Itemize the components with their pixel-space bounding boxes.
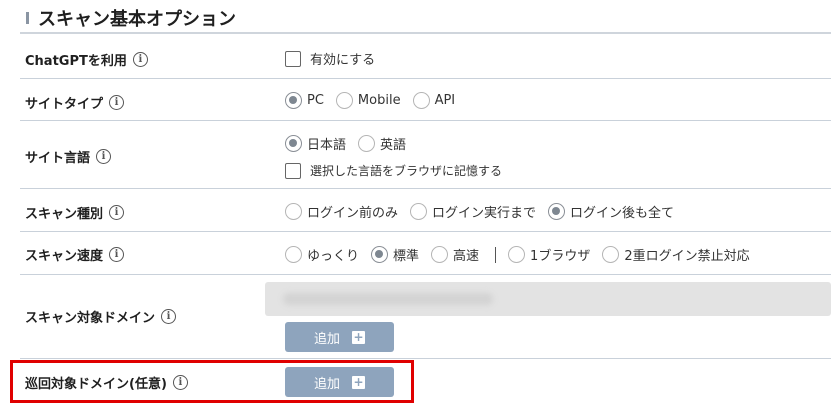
add-button-label: 追加 (313, 376, 340, 392)
option-label: PC (307, 93, 324, 108)
option-label: 1ブラウザ (530, 249, 591, 264)
scan-type-option-before-login[interactable]: ログイン前のみ (285, 202, 398, 221)
info-icon[interactable]: i (132, 52, 148, 67)
option-label: ゆっくり (307, 249, 360, 264)
scan-domain-add-button[interactable]: 追加 + (285, 322, 394, 352)
radio-icon[interactable] (412, 92, 430, 109)
scan-speed-radio-group: ゆっくり 標準 高速 1ブラウザ 2重ログイン禁止対応 (285, 245, 762, 264)
info-icon[interactable]: i (109, 205, 125, 220)
radio-selected-icon[interactable] (548, 203, 566, 220)
crawl-domain-label: 巡回対象ドメイン(任意) (25, 377, 167, 392)
option-label: 標準 (393, 249, 420, 264)
option-label: ログイン前のみ (307, 206, 399, 221)
row-scan-speed: スキャン速度 i ゆっくり 標準 高速 1ブラウザ 2重ログイン禁止対応 (20, 232, 831, 275)
scan-speed-option-slow[interactable]: ゆっくり (285, 245, 359, 264)
info-icon[interactable]: i (172, 375, 188, 390)
plus-icon: + (352, 330, 365, 344)
redacted-domain-value (283, 293, 493, 305)
radio-selected-icon[interactable] (371, 246, 389, 263)
info-icon[interactable]: i (161, 309, 177, 324)
row-site-type: サイトタイプ i PC Mobile API (20, 79, 831, 121)
row-scan-type: スキャン種別 i ログイン前のみ ログイン実行まで ログイン後も全て (20, 189, 831, 232)
radio-icon[interactable] (358, 135, 376, 152)
site-type-radio-group: PC Mobile API (285, 92, 467, 109)
radio-icon[interactable] (602, 246, 620, 263)
radio-icon[interactable] (285, 246, 302, 263)
option-label: ログイン後も全て (570, 206, 675, 221)
scan-domain-label-wrap: スキャン対象ドメイン i (25, 307, 177, 326)
section-bar (26, 12, 29, 24)
option-label: 高速 (453, 249, 480, 264)
remember-language-label: 選択した言語をブラウザに記憶する (310, 164, 503, 178)
site-language-radio-group: 日本語 英語 (285, 134, 418, 153)
scan-speed-option-fast[interactable]: 高速 (431, 245, 479, 264)
radio-icon[interactable] (410, 203, 428, 220)
radio-icon[interactable] (285, 203, 302, 220)
option-label: Mobile (357, 93, 401, 108)
scan-type-label-wrap: スキャン種別 i (25, 203, 125, 222)
info-icon[interactable]: i (109, 247, 125, 262)
option-label: 2重ログイン禁止対応 (624, 249, 750, 264)
plus-icon: + (352, 375, 365, 389)
radio-icon[interactable] (335, 92, 353, 109)
scan-speed-option-standard[interactable]: 標準 (371, 245, 419, 264)
chatgpt-label-wrap: ChatGPTを利用 i (25, 50, 148, 69)
info-icon[interactable]: i (96, 149, 112, 164)
chatgpt-enable-checkbox[interactable]: 有効にする (285, 49, 375, 68)
site-type-option-pc[interactable]: PC (285, 92, 324, 109)
crawl-domain-label-wrap: 巡回対象ドメイン(任意) i (25, 373, 188, 392)
scan-type-label: スキャン種別 (25, 207, 104, 222)
site-language-label: サイト言語 (25, 151, 91, 166)
chatgpt-enable-label: 有効にする (310, 53, 376, 68)
option-label: ログイン実行まで (432, 206, 537, 221)
scan-type-radio-group: ログイン前のみ ログイン実行まで ログイン後も全て (285, 202, 686, 221)
add-button-label: 追加 (313, 331, 340, 347)
crawl-domain-add-button[interactable]: 追加 + (285, 367, 394, 397)
remember-language-checkbox[interactable]: 選択した言語をブラウザに記憶する (285, 162, 502, 179)
scan-type-option-until-login[interactable]: ログイン実行まで (410, 202, 536, 221)
checkbox-icon[interactable] (285, 50, 301, 67)
scan-speed-option-one-browser[interactable]: 1ブラウザ (508, 245, 590, 264)
option-label: 英語 (380, 138, 407, 153)
site-type-label-wrap: サイトタイプ i (25, 93, 125, 112)
checkbox-icon[interactable] (285, 162, 301, 179)
site-type-option-api[interactable]: API (412, 92, 456, 109)
row-crawl-domain: 巡回対象ドメイン(任意) i (20, 359, 831, 404)
scan-speed-label: スキャン速度 (25, 249, 104, 264)
site-type-label: サイトタイプ (25, 97, 104, 112)
row-site-language: サイト言語 i 日本語 英語 選択した言語をブラウザに記憶する (20, 121, 831, 189)
scan-speed-option-no-double-login[interactable]: 2重ログイン禁止対応 (602, 245, 750, 264)
site-language-option-en[interactable]: 英語 (358, 134, 406, 153)
option-separator (495, 246, 497, 263)
section-title: スキャン基本オプション (38, 9, 236, 30)
radio-selected-icon[interactable] (285, 135, 302, 152)
section-header: スキャン基本オプション (20, 0, 831, 34)
scan-domain-input[interactable] (265, 282, 831, 316)
site-type-option-mobile[interactable]: Mobile (335, 92, 401, 109)
chatgpt-label: ChatGPTを利用 (25, 54, 127, 69)
info-icon[interactable]: i (109, 95, 125, 110)
site-language-label-wrap: サイト言語 i (25, 147, 112, 166)
radio-icon[interactable] (508, 246, 526, 263)
scan-type-option-all[interactable]: ログイン後も全て (548, 202, 674, 221)
radio-selected-icon[interactable] (285, 92, 302, 109)
option-label: API (434, 93, 456, 108)
option-label: 日本語 (307, 138, 347, 153)
radio-icon[interactable] (431, 246, 449, 263)
scan-speed-label-wrap: スキャン速度 i (25, 245, 125, 264)
row-chatgpt: ChatGPTを利用 i 有効にする (20, 35, 831, 79)
site-language-option-ja[interactable]: 日本語 (285, 134, 346, 153)
scan-domain-label: スキャン対象ドメイン (25, 311, 156, 326)
